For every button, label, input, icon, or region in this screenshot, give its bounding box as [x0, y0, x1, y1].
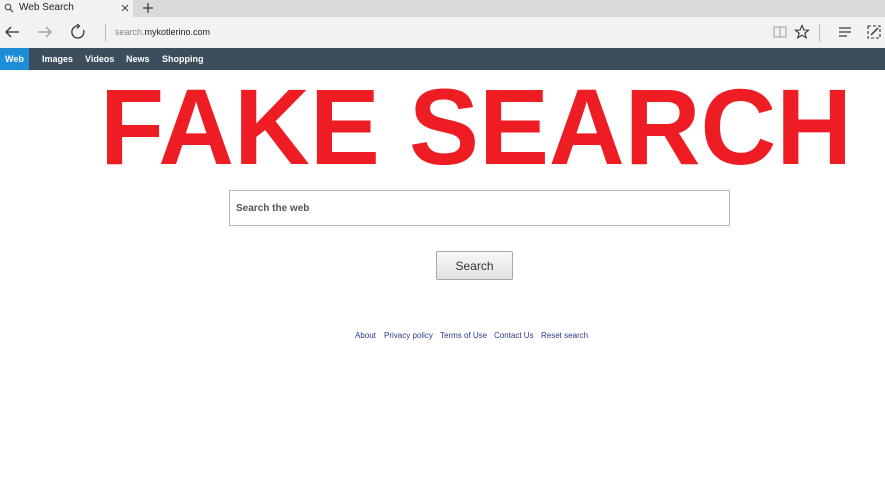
back-arrow-icon[interactable] [3, 23, 21, 41]
note-icon[interactable] [866, 24, 882, 40]
browser-toolbar: search.mykotlerino.com [0, 17, 885, 48]
close-icon[interactable] [120, 3, 130, 13]
nav-item-web[interactable]: Web [0, 48, 29, 70]
address-bar[interactable]: search.mykotlerino.com [115, 27, 210, 37]
browser-tab[interactable]: Web Search [0, 0, 133, 17]
footer-link-contact[interactable]: Contact Us [494, 331, 534, 340]
refresh-icon[interactable] [69, 23, 87, 41]
address-separator [105, 24, 106, 42]
fake-search-banner: FAKE SEARCH [100, 82, 852, 172]
hub-icon[interactable] [837, 24, 853, 40]
forward-arrow-icon[interactable] [36, 23, 54, 41]
plus-icon[interactable] [141, 1, 155, 15]
tab-title: Web Search [19, 2, 74, 13]
star-icon[interactable] [794, 24, 810, 40]
search-icon [4, 3, 14, 13]
nav-item-news[interactable]: News [126, 48, 150, 70]
address-prefix: search. [115, 27, 145, 37]
footer-link-reset[interactable]: Reset search [541, 331, 588, 340]
search-button[interactable]: Search [436, 251, 513, 280]
toolbar-separator [819, 24, 820, 42]
search-box [229, 190, 730, 226]
tab-strip: Web Search [0, 0, 885, 17]
nav-item-shopping[interactable]: Shopping [162, 48, 204, 70]
footer-link-terms[interactable]: Terms of Use [440, 331, 487, 340]
nav-item-videos[interactable]: Videos [85, 48, 114, 70]
category-nav: Web Images Videos News Shopping [0, 48, 885, 70]
footer-link-about[interactable]: About [355, 331, 376, 340]
address-domain: mykotlerino.com [144, 27, 211, 37]
reading-view-icon[interactable] [772, 24, 788, 40]
nav-item-images[interactable]: Images [42, 48, 73, 70]
footer-link-privacy[interactable]: Privacy policy [384, 331, 433, 340]
search-input[interactable] [230, 191, 729, 225]
